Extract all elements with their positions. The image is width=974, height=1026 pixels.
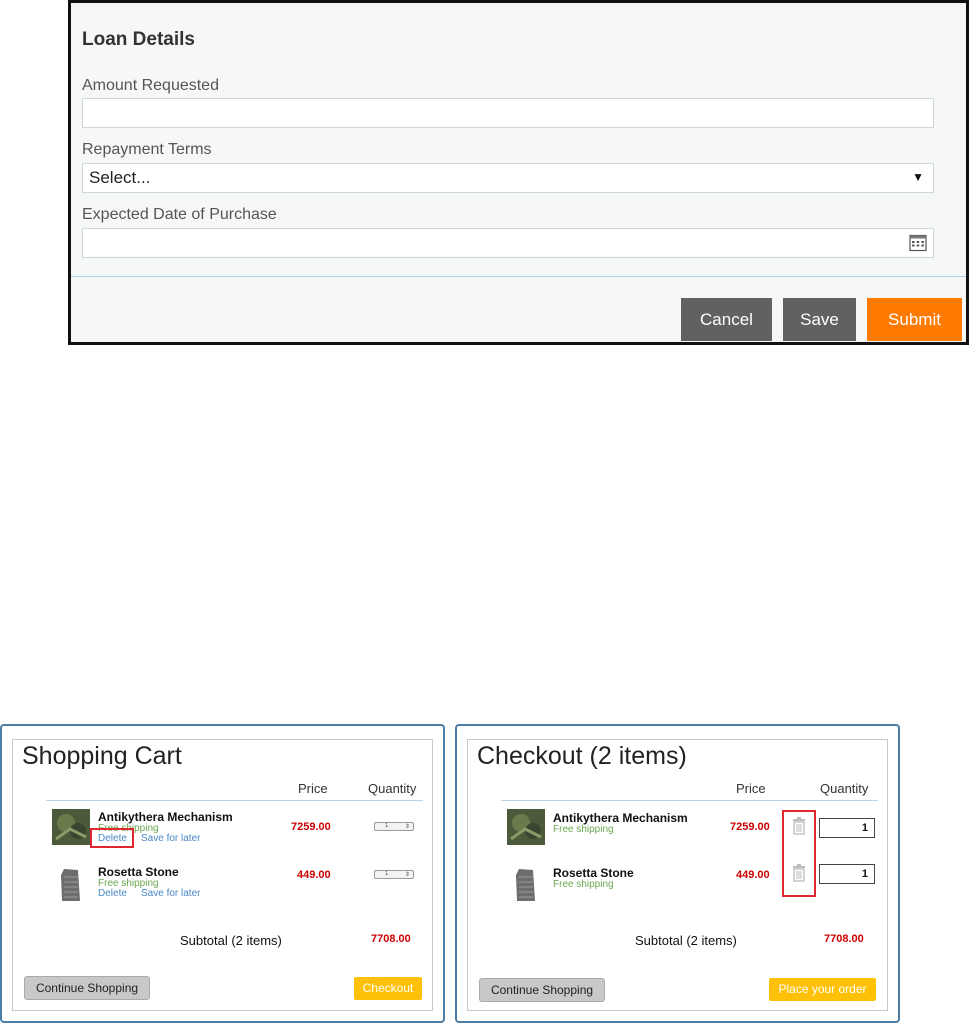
shipping-status: Free shipping — [553, 824, 614, 835]
continue-shopping-button[interactable]: Continue Shopping — [24, 976, 150, 1000]
delete-link[interactable]: Delete — [98, 888, 127, 899]
price-header: Price — [736, 781, 766, 796]
form-divider — [71, 276, 966, 277]
checkout-inner: Checkout (2 items) Price Quantity Antiky… — [467, 739, 888, 1011]
subtotal-value: 7708.00 — [371, 933, 411, 945]
header-divider — [501, 800, 878, 801]
continue-shopping-button[interactable]: Continue Shopping — [479, 978, 605, 1002]
delete-highlight-box — [90, 828, 134, 848]
shipping-status: Free shipping — [553, 879, 614, 890]
subtotal-label: Subtotal (2 items) — [635, 933, 737, 948]
item-price: 7259.00 — [730, 821, 770, 833]
trash-highlight-box — [782, 810, 816, 897]
quantity-input[interactable]: 1 — [819, 818, 875, 838]
form-title: Loan Details — [82, 29, 195, 50]
quantity-stepper[interactable]: 1 ⇕ — [374, 822, 414, 831]
quantity-value: 1 — [385, 823, 389, 829]
quantity-header: Quantity — [820, 781, 869, 796]
checkout-button[interactable]: Checkout — [354, 977, 422, 1000]
purchase-date-input[interactable] — [82, 228, 934, 258]
subtotal-label: Subtotal (2 items) — [180, 933, 282, 948]
cart-title: Shopping Cart — [22, 742, 182, 770]
stepper-arrows-icon: ⇕ — [405, 824, 411, 830]
checkout-title: Checkout (2 items) — [477, 742, 687, 770]
loan-details-form: Loan Details Amount Requested Repayment … — [68, 0, 969, 345]
save-button[interactable]: Save — [783, 298, 856, 341]
price-header: Price — [298, 781, 328, 796]
place-order-button[interactable]: Place your order — [769, 978, 876, 1001]
item-price: 449.00 — [297, 869, 331, 881]
antikythera-thumbnail — [52, 809, 90, 845]
item-name[interactable]: Rosetta Stone — [98, 865, 179, 879]
cancel-button[interactable]: Cancel — [681, 298, 772, 341]
rosetta-stone-thumbnail — [516, 869, 535, 901]
date-label: Expected Date of Purchase — [82, 206, 277, 223]
shopping-cart-inner: Shopping Cart Price Quantity Antikythera… — [12, 739, 433, 1011]
item-name[interactable]: Antikythera Mechanism — [553, 811, 688, 825]
subtotal-value: 7708.00 — [824, 933, 864, 945]
checkout-panel: Checkout (2 items) Price Quantity Antiky… — [455, 724, 900, 1023]
quantity-stepper[interactable]: 1 ⇕ — [374, 870, 414, 879]
amount-label: Amount Requested — [82, 77, 219, 94]
item-name[interactable]: Antikythera Mechanism — [98, 810, 233, 824]
shopping-cart-panel: Shopping Cart Price Quantity Antikythera… — [0, 724, 445, 1023]
submit-button[interactable]: Submit — [867, 298, 962, 341]
antikythera-thumbnail — [507, 809, 545, 845]
quantity-input[interactable]: 1 — [819, 864, 875, 884]
dropdown-arrow-icon: ▼ — [912, 170, 924, 184]
stepper-arrows-icon: ⇕ — [405, 872, 411, 878]
repayment-select[interactable]: Select... ▼ — [82, 163, 934, 193]
repayment-selected-value: Select... — [89, 168, 151, 187]
quantity-value: 1 — [385, 871, 389, 877]
item-price: 7259.00 — [291, 821, 331, 833]
calendar-icon[interactable] — [909, 234, 927, 252]
item-name[interactable]: Rosetta Stone — [553, 866, 634, 880]
save-for-later-link[interactable]: Save for later — [141, 888, 200, 899]
amount-input[interactable] — [82, 98, 934, 128]
save-for-later-link[interactable]: Save for later — [141, 833, 200, 844]
item-price: 449.00 — [736, 869, 770, 881]
repayment-label: Repayment Terms — [82, 141, 212, 158]
quantity-header: Quantity — [368, 781, 417, 796]
header-divider — [46, 800, 423, 801]
rosetta-stone-thumbnail — [61, 869, 80, 901]
